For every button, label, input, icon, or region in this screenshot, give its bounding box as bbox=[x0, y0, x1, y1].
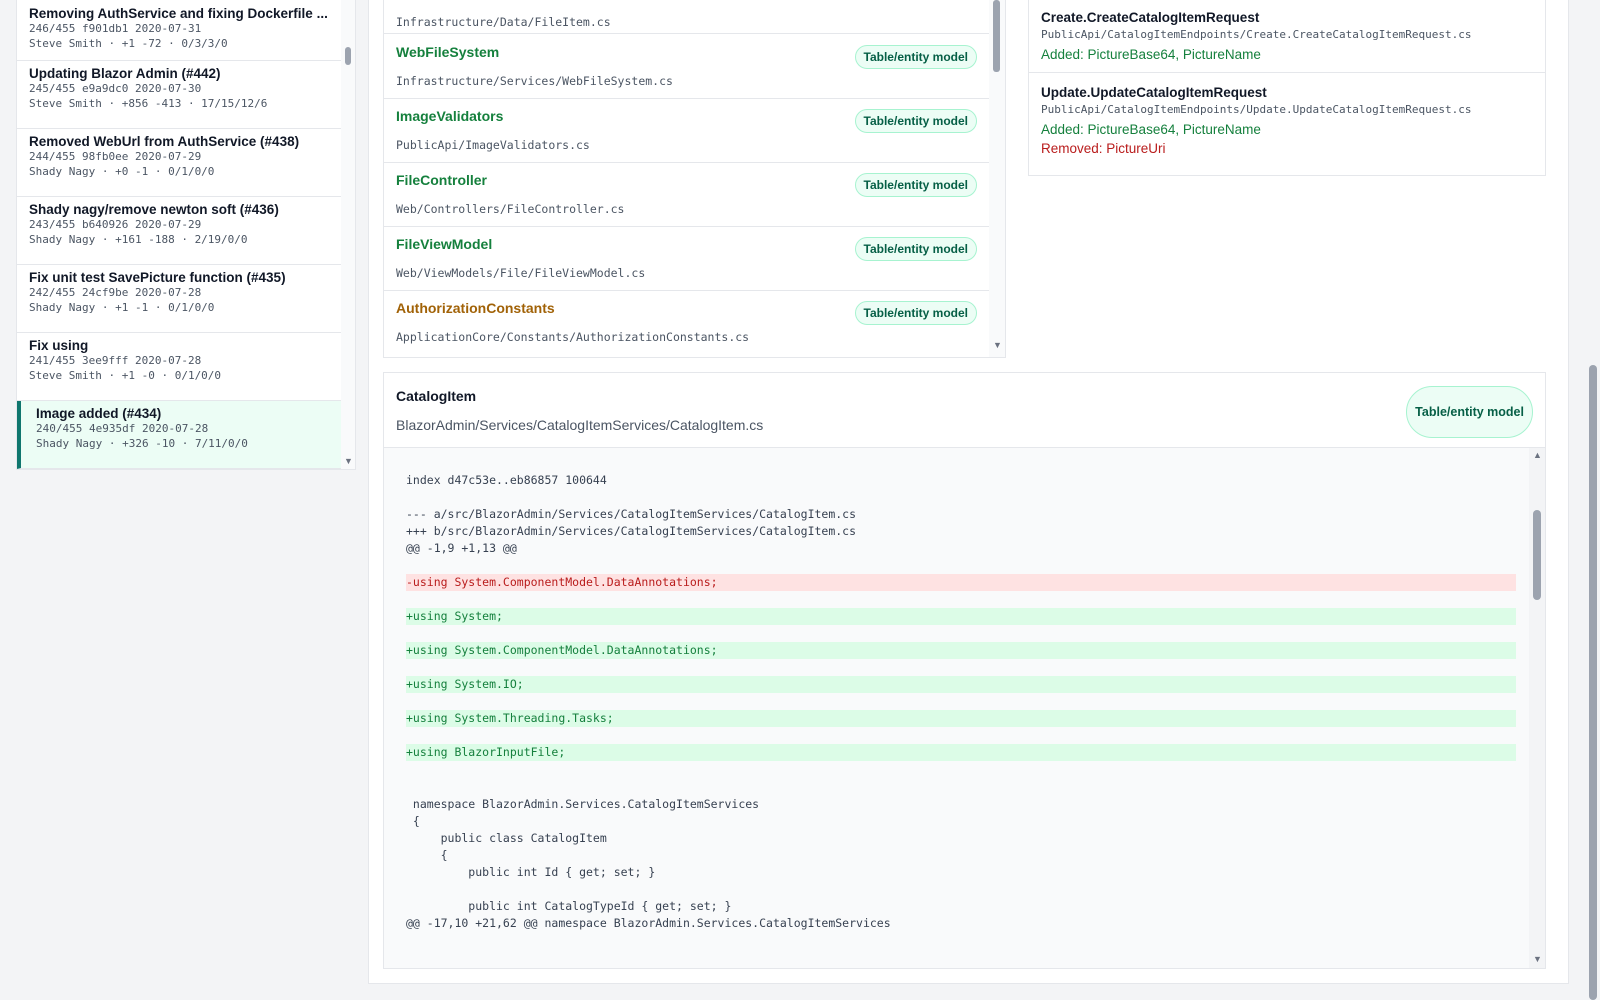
diff-line: @@ -1,9 +1,13 @@ bbox=[406, 541, 517, 555]
diff-line-added: +using System.ComponentModel.DataAnnotat… bbox=[406, 642, 1516, 659]
commit-meta: 243/455 b640926 2020-07-29 bbox=[29, 218, 202, 231]
summary-path: PublicApi/CatalogItemEndpoints/Create.Cr… bbox=[1041, 28, 1472, 41]
file-name: FileViewModel bbox=[396, 236, 493, 252]
file-path: Infrastructure/Data/FileItem.cs bbox=[396, 15, 611, 29]
file-type-badge: Table/entity model bbox=[854, 45, 977, 69]
commit-title: Removed WebUrl from AuthService (#438) bbox=[29, 134, 300, 149]
commit-item[interactable]: Removing AuthService and fixing Dockerfi… bbox=[17, 0, 355, 61]
commit-meta: 240/455 4e935df 2020-07-28 bbox=[36, 422, 209, 435]
file-item[interactable]: WebFileSystem Infrastructure/Services/We… bbox=[384, 34, 989, 99]
commit-item[interactable]: Shady nagy/remove newton soft (#436) 243… bbox=[17, 197, 355, 265]
commit-title: Fix using bbox=[29, 338, 89, 353]
diff-line-added: +using System.Threading.Tasks; bbox=[406, 710, 1516, 727]
diff-line: @@ -17,10 +21,62 @@ namespace BlazorAdmi… bbox=[406, 916, 891, 930]
diff-title: CatalogItem bbox=[396, 388, 477, 404]
diff-body: index d47c53e..eb86857 100644 --- a/src/… bbox=[384, 448, 1531, 968]
commit-title: Updating Blazor Admin (#442) bbox=[29, 66, 221, 81]
file-path: Web/Controllers/FileController.cs bbox=[396, 202, 625, 216]
file-path: ApplicationCore/Constants/AuthorizationC… bbox=[396, 330, 750, 344]
diff-panel: CatalogItem BlazorAdmin/Services/Catalog… bbox=[383, 372, 1546, 969]
file-type-badge: Table/entity model bbox=[854, 173, 977, 197]
diff-line: +++ b/src/BlazorAdmin/Services/CatalogIt… bbox=[406, 524, 857, 538]
summary-item[interactable]: Create.CreateCatalogItemRequest PublicAp… bbox=[1029, 0, 1545, 62]
file-name: FileController bbox=[396, 172, 488, 188]
summary-removed: Removed: PictureUri bbox=[1041, 141, 1166, 156]
diff-line: namespace BlazorAdmin.Services.CatalogIt… bbox=[406, 797, 760, 811]
commit-list: Removing AuthService and fixing Dockerfi… bbox=[16, 0, 356, 470]
diff-line-added: +using System; bbox=[406, 608, 1516, 625]
commit-author-stats: Shady Nagy · +0 -1 · 0/1/0/0 bbox=[29, 165, 215, 178]
diff-line: public int Id { get; set; } bbox=[406, 865, 656, 879]
commit-author-stats: Shady Nagy · +161 -188 · 2/19/0/0 bbox=[29, 233, 248, 246]
commit-author-stats: Steve Smith · +856 -413 · 17/15/12/6 bbox=[29, 97, 268, 110]
summary-title: Update.UpdateCatalogItemRequest bbox=[1041, 85, 1267, 100]
commit-author-stats: Shady Nagy · +326 -10 · 7/11/0/0 bbox=[36, 437, 248, 450]
file-item[interactable]: FileController Web/Controllers/FileContr… bbox=[384, 162, 989, 227]
commit-item[interactable]: Updating Blazor Admin (#442) 245/455 e9a… bbox=[17, 61, 355, 129]
diff-header: CatalogItem BlazorAdmin/Services/Catalog… bbox=[384, 373, 1545, 448]
diff-line: public class CatalogItem bbox=[406, 831, 607, 845]
file-type-badge: Table/entity model bbox=[854, 109, 977, 133]
page-scroll-thumb[interactable] bbox=[1589, 365, 1597, 1000]
file-item[interactable]: ImageValidators PublicApi/ImageValidator… bbox=[384, 98, 989, 163]
diff-line: index d47c53e..eb86857 100644 bbox=[406, 473, 607, 487]
scroll-up-arrow-icon[interactable]: ▲ bbox=[1533, 450, 1542, 460]
file-name: AuthorizationConstants bbox=[396, 300, 555, 316]
file-path: PublicApi/ImageValidators.cs bbox=[396, 138, 590, 152]
file-item[interactable]: AuthorizationConstants ApplicationCore/C… bbox=[384, 290, 989, 355]
commit-meta: 245/455 e9a9dc0 2020-07-30 bbox=[29, 82, 202, 95]
diff-type-badge: Table/entity model bbox=[1406, 386, 1533, 438]
summary-item[interactable]: Update.UpdateCatalogItemRequest PublicAp… bbox=[1029, 72, 1545, 156]
file-path: Web/ViewModels/File/FileViewModel.cs bbox=[396, 266, 646, 280]
commit-title: Fix unit test SavePicture function (#435… bbox=[29, 270, 286, 285]
diff-line: { bbox=[406, 814, 420, 828]
diff-line-removed: -using System.ComponentModel.DataAnnotat… bbox=[406, 574, 1516, 591]
scroll-down-arrow-icon[interactable]: ▼ bbox=[344, 456, 353, 466]
commit-title: Removing AuthService and fixing Dockerfi… bbox=[29, 6, 328, 21]
commit-title: Shady nagy/remove newton soft (#436) bbox=[29, 202, 279, 217]
diff-scrollbar[interactable]: ▲ ▼ bbox=[1529, 448, 1545, 968]
commit-list-scrollbar[interactable]: ▼ bbox=[341, 0, 355, 469]
diff-line: { bbox=[406, 848, 448, 862]
scroll-down-arrow-icon[interactable]: ▼ bbox=[1533, 954, 1542, 964]
schema-change-summary: Create.CreateCatalogItemRequest PublicAp… bbox=[1028, 0, 1546, 176]
diff-line-added: +using BlazorInputFile; bbox=[406, 744, 1516, 761]
summary-title: Create.CreateCatalogItemRequest bbox=[1041, 10, 1260, 25]
commit-meta: 241/455 3ee9fff 2020-07-28 bbox=[29, 354, 202, 367]
file-item[interactable]: Infrastructure/Data/FileItem.cs bbox=[384, 0, 989, 34]
file-path: Infrastructure/Services/WebFileSystem.cs bbox=[396, 74, 673, 88]
scroll-down-arrow-icon[interactable]: ▼ bbox=[993, 340, 1002, 350]
file-name: WebFileSystem bbox=[396, 44, 500, 60]
commit-item[interactable]: Fix unit test SavePicture function (#435… bbox=[17, 265, 355, 333]
commit-author-stats: Steve Smith · +1 -0 · 0/1/0/0 bbox=[29, 369, 222, 382]
diff-line-clipped bbox=[406, 448, 1516, 451]
commit-item[interactable]: Removed WebUrl from AuthService (#438) 2… bbox=[17, 129, 355, 197]
commit-author-stats: Steve Smith · +1 -72 · 0/3/3/0 bbox=[29, 37, 228, 50]
file-list-scroll-thumb[interactable] bbox=[993, 0, 1000, 72]
diff-path: BlazorAdmin/Services/CatalogItemServices… bbox=[396, 417, 764, 433]
file-list-scrollbar[interactable]: ▼ bbox=[989, 0, 1005, 357]
file-item[interactable]: FileViewModel Web/ViewModels/File/FileVi… bbox=[384, 226, 989, 291]
file-type-badge: Table/entity model bbox=[854, 237, 977, 261]
file-list: Infrastructure/Data/FileItem.cs WebFileS… bbox=[383, 0, 1006, 358]
commit-item-selected[interactable]: Image added (#434) 240/455 4e935df 2020-… bbox=[17, 401, 355, 469]
page-scrollbar[interactable] bbox=[1586, 0, 1600, 1000]
commit-meta: 242/455 24cf9be 2020-07-28 bbox=[29, 286, 202, 299]
commit-list-scroll-thumb[interactable] bbox=[345, 47, 351, 65]
summary-added: Added: PictureBase64, PictureName bbox=[1041, 122, 1261, 137]
file-name: ImageValidators bbox=[396, 108, 504, 124]
diff-line: --- a/src/BlazorAdmin/Services/CatalogIt… bbox=[406, 507, 857, 521]
summary-added: Added: PictureBase64, PictureName bbox=[1041, 47, 1261, 62]
diff-line: public int CatalogTypeId { get; set; } bbox=[406, 899, 732, 913]
commit-meta: 244/455 98fb0ee 2020-07-29 bbox=[29, 150, 202, 163]
commit-item[interactable]: Fix using 241/455 3ee9fff 2020-07-28 Ste… bbox=[17, 333, 355, 401]
commit-meta: 246/455 f901db1 2020-07-31 bbox=[29, 22, 202, 35]
main-panel: Infrastructure/Data/FileItem.cs WebFileS… bbox=[368, 0, 1569, 984]
diff-scroll-thumb[interactable] bbox=[1533, 510, 1541, 600]
commit-author-stats: Shady Nagy · +1 -1 · 0/1/0/0 bbox=[29, 301, 215, 314]
file-type-badge: Table/entity model bbox=[854, 301, 977, 325]
diff-line-added: +using System.IO; bbox=[406, 676, 1516, 693]
summary-path: PublicApi/CatalogItemEndpoints/Update.Up… bbox=[1041, 103, 1472, 116]
commit-title: Image added (#434) bbox=[36, 406, 162, 421]
